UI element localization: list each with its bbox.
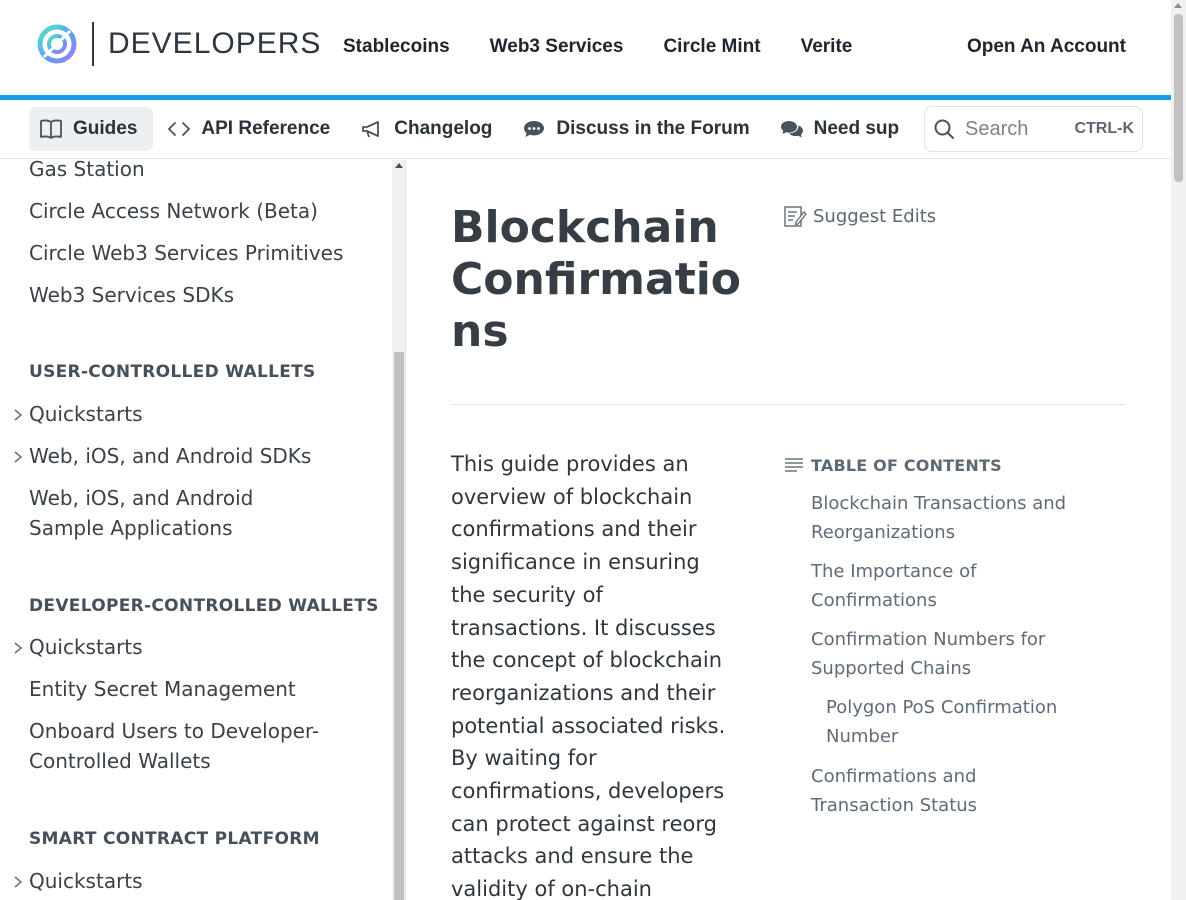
tab-changelog[interactable]: Changelog bbox=[350, 107, 508, 151]
scroll-up-arrow-icon[interactable] bbox=[1174, 3, 1182, 8]
sidebar-item-ucw-sdks[interactable]: Web, iOS, and Android SDKs bbox=[29, 441, 311, 471]
toc-heading-label: TABLE OF CONTENTS bbox=[811, 455, 1002, 475]
toc-item[interactable]: Confirmations and Transaction Status bbox=[811, 763, 1081, 820]
suggest-edits-button[interactable]: Suggest Edits bbox=[783, 204, 936, 228]
main-content: Blockchain Confirmations Suggest Edits T… bbox=[407, 160, 1171, 900]
search-icon bbox=[934, 119, 954, 139]
page-scrollbar[interactable] bbox=[1171, 0, 1186, 900]
search-box[interactable]: CTRL-K bbox=[924, 106, 1143, 152]
top-nav: Stablecoins Web3 Services Circle Mint Ve… bbox=[343, 36, 892, 58]
chevron-right-icon[interactable] bbox=[12, 450, 24, 464]
sidebar-heading-user-controlled-wallets: USER-CONTROLLED WALLETS bbox=[29, 362, 316, 382]
edit-document-icon bbox=[784, 206, 807, 227]
chevron-right-icon[interactable] bbox=[12, 408, 24, 422]
sidebar-scroll-thumb[interactable] bbox=[394, 352, 404, 900]
tab-guides[interactable]: Guides bbox=[29, 107, 154, 151]
chat-bubble-icon bbox=[522, 117, 546, 141]
sidebar-item-dcw-quickstarts[interactable]: Quickstarts bbox=[29, 632, 143, 662]
logo-divider bbox=[92, 22, 94, 66]
search-shortcut-hint: CTRL-K bbox=[1074, 120, 1134, 137]
chevron-right-icon[interactable] bbox=[12, 641, 24, 655]
tab-api-reference[interactable]: API Reference bbox=[157, 107, 346, 151]
chat-bubbles-icon bbox=[780, 117, 804, 141]
page-scroll-thumb[interactable] bbox=[1174, 14, 1183, 182]
sidebar-item-onboard-users[interactable]: Onboard Users to Developer-Controlled Wa… bbox=[29, 716, 329, 776]
sidebar-item-entity-secret[interactable]: Entity Secret Management bbox=[29, 674, 296, 704]
sidebar-scrollbar[interactable] bbox=[392, 160, 406, 900]
book-icon bbox=[39, 117, 63, 141]
tab-need-support[interactable]: Need sup bbox=[770, 107, 916, 151]
chevron-right-icon[interactable] bbox=[12, 875, 24, 889]
tab-need-support-label: Need sup bbox=[813, 118, 900, 139]
tab-discuss-forum-label: Discuss in the Forum bbox=[556, 118, 750, 139]
title-divider bbox=[451, 404, 1126, 405]
search-input[interactable] bbox=[965, 117, 1075, 141]
logo-text: DEVELOPERS bbox=[108, 27, 322, 60]
sub-nav: Guides API Reference Changelog Discuss i… bbox=[0, 100, 1171, 159]
suggest-edits-label: Suggest Edits bbox=[813, 205, 937, 227]
sidebar-item-web3-primitives[interactable]: Circle Web3 Services Primitives bbox=[29, 238, 343, 268]
sidebar-item-gas-station[interactable]: Gas Station bbox=[29, 160, 145, 184]
sidebar: Gas Station Circle Access Network (Beta)… bbox=[0, 160, 392, 900]
nav-web3-services[interactable]: Web3 Services bbox=[490, 36, 624, 58]
megaphone-icon bbox=[360, 117, 384, 141]
sidebar-item-scp-quickstarts[interactable]: Quickstarts bbox=[29, 866, 143, 896]
intro-paragraph: This guide provides an overview of block… bbox=[451, 452, 726, 900]
sidebar-heading-smart-contract-platform: SMART CONTRACT PLATFORM bbox=[29, 829, 320, 849]
toc-item[interactable]: Confirmation Numbers for Supported Chain… bbox=[811, 626, 1081, 683]
sidebar-item-ucw-sample-apps[interactable]: Web, iOS, and Android Sample Application… bbox=[29, 483, 329, 543]
sidebar-item-circle-access-network[interactable]: Circle Access Network (Beta) bbox=[29, 196, 318, 226]
circle-developers-logo[interactable]: DEVELOPERS bbox=[36, 22, 321, 66]
circle-logo-icon bbox=[37, 24, 77, 64]
toc-item[interactable]: Blockchain Transactions and Reorganizati… bbox=[811, 490, 1081, 547]
sidebar-item-web3-sdks[interactable]: Web3 Services SDKs bbox=[29, 280, 234, 310]
tab-guides-label: Guides bbox=[73, 118, 138, 139]
tab-discuss-forum[interactable]: Discuss in the Forum bbox=[512, 107, 765, 151]
page-title: Blockchain Confirmations bbox=[451, 202, 742, 357]
code-icon bbox=[167, 117, 191, 141]
nav-circle-mint[interactable]: Circle Mint bbox=[663, 36, 760, 58]
toc-subitem[interactable]: Polygon PoS Confirmation Number bbox=[826, 694, 1076, 751]
tab-api-reference-label: API Reference bbox=[201, 118, 331, 139]
scroll-up-arrow-icon[interactable] bbox=[395, 163, 403, 168]
table-of-contents: TABLE OF CONTENTS Blockchain Transaction… bbox=[783, 454, 1083, 816]
sidebar-heading-developer-controlled-wallets: DEVELOPER-CONTROLLED WALLETS bbox=[29, 596, 379, 616]
top-header: DEVELOPERS Stablecoins Web3 Services Cir… bbox=[0, 0, 1171, 96]
nav-verite[interactable]: Verite bbox=[801, 36, 853, 58]
tab-changelog-label: Changelog bbox=[394, 118, 493, 139]
toc-item[interactable]: The Importance of Confirmations bbox=[811, 558, 1081, 615]
nav-stablecoins[interactable]: Stablecoins bbox=[343, 36, 450, 58]
list-icon bbox=[785, 458, 803, 472]
toc-heading: TABLE OF CONTENTS bbox=[783, 454, 1083, 476]
open-account-link[interactable]: Open An Account bbox=[967, 36, 1126, 58]
sidebar-item-ucw-quickstarts[interactable]: Quickstarts bbox=[29, 399, 143, 429]
